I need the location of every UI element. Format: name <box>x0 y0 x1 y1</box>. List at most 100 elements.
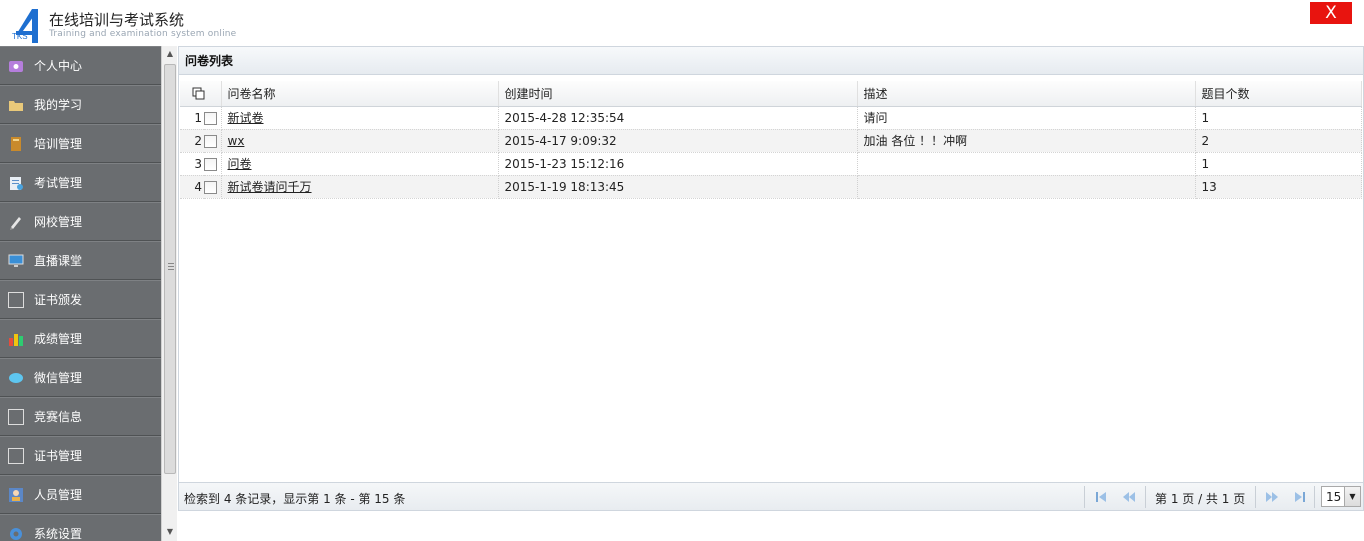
description-cell: 加油 各位 ！！冲啊 <box>857 129 1196 153</box>
question-count-cell: 1 <box>1195 152 1362 176</box>
sidebar-item-label: 考试管理 <box>34 176 83 190</box>
survey-name-link[interactable]: 新试卷请问千万 <box>228 180 312 194</box>
pager-divider <box>1084 486 1085 508</box>
sidebar-scrollbar[interactable]: ▲ ▼ <box>161 46 177 541</box>
scroll-down-icon[interactable]: ▼ <box>162 524 178 540</box>
sidebar-item-online-school[interactable]: 网校管理 <box>0 202 161 241</box>
row-checkbox[interactable] <box>204 134 217 148</box>
survey-name-cell: 新试卷 <box>221 106 499 130</box>
sidebar-item-label: 证书颁发 <box>34 293 83 307</box>
bar-chart-icon <box>8 331 24 347</box>
scroll-thumb[interactable] <box>164 64 176 474</box>
question-count-cell: 2 <box>1195 129 1362 153</box>
sidebar-item-cert-manage[interactable]: 证书管理 <box>0 436 161 475</box>
sidebar-item-label: 个人中心 <box>34 59 83 73</box>
created-time-cell: 2015-4-28 12:35:54 <box>498 106 858 130</box>
description-cell <box>857 152 1196 176</box>
close-button[interactable]: X <box>1310 2 1352 24</box>
select-all-header[interactable] <box>192 81 222 107</box>
survey-name-cell: 新试卷请问千万 <box>221 175 499 199</box>
sidebar-item-live-class[interactable]: 直播课堂 <box>0 241 161 280</box>
sidebar-item-label: 证书管理 <box>34 449 83 463</box>
sidebar-item-label: 直播课堂 <box>34 254 83 268</box>
created-time-cell: 2015-4-17 9:09:32 <box>498 129 858 153</box>
app-subtitle: Training and examination system online <box>49 29 237 39</box>
sidebar-item-people[interactable]: 人员管理 <box>0 475 161 514</box>
first-page-icon[interactable] <box>1093 489 1109 505</box>
sidebar-item-label: 成绩管理 <box>34 332 83 346</box>
record-summary: 检索到 4 条记录，显示第 1 条 - 第 15 条 <box>184 492 406 506</box>
gear-icon <box>8 526 24 541</box>
row-checkbox-cell[interactable] <box>204 106 222 130</box>
logo-text: TKS <box>12 32 28 41</box>
row-number: 1 <box>180 106 204 130</box>
row-checkbox[interactable] <box>204 111 217 125</box>
sidebar: 个人中心 我的学习 培训管理 考试管理 网校管理 直播课堂 证书颁发 成绩管理 … <box>0 46 161 541</box>
question-count-cell: 13 <box>1195 175 1362 199</box>
sidebar-item-competition[interactable]: 竞赛信息 <box>0 397 161 436</box>
blank-icon <box>8 447 24 464</box>
app-header: TKS 在线培训与考试系统 Training and examination s… <box>0 0 1364 46</box>
question-count-cell: 1 <box>1195 106 1362 130</box>
row-checkbox-cell[interactable] <box>204 175 222 199</box>
sidebar-item-label: 竞赛信息 <box>34 410 83 424</box>
page-info: 第 1 页 / 共 1 页 <box>1155 492 1246 506</box>
scroll-up-icon[interactable]: ▲ <box>162 46 178 62</box>
last-page-icon[interactable] <box>1292 489 1308 505</box>
sidebar-item-label: 我的学习 <box>34 98 83 112</box>
page-size-value: 15 <box>1326 490 1342 504</box>
next-page-icon[interactable] <box>1264 489 1280 505</box>
survey-name-link[interactable]: 问卷 <box>228 157 252 171</box>
prev-page-icon[interactable] <box>1121 489 1137 505</box>
page-size-select[interactable]: 15 ▼ <box>1321 486 1361 507</box>
col-header-count[interactable]: 题目个数 <box>1195 81 1362 107</box>
sidebar-item-scores[interactable]: 成绩管理 <box>0 319 161 358</box>
monitor-icon <box>8 253 24 269</box>
survey-list-panel: 问卷列表 问卷名称 创建时间 描述 题目个数 1 新试卷 2015-4-28 1… <box>178 46 1364 511</box>
col-header-desc[interactable]: 描述 <box>857 81 1196 107</box>
pager-bar: 检索到 4 条记录，显示第 1 条 - 第 15 条 第 1 页 / 共 1 页… <box>179 482 1363 510</box>
row-number: 4 <box>180 175 204 199</box>
sidebar-item-label: 系统设置 <box>34 527 83 541</box>
row-number: 3 <box>180 152 204 176</box>
sidebar-item-my-learning[interactable]: 我的学习 <box>0 85 161 124</box>
chat-bubble-icon <box>8 370 24 386</box>
survey-table: 问卷名称 创建时间 描述 题目个数 1 新试卷 2015-4-28 12:35:… <box>180 81 1362 199</box>
sidebar-item-exam[interactable]: 考试管理 <box>0 163 161 202</box>
col-header-created[interactable]: 创建时间 <box>498 81 858 107</box>
pager-divider <box>1314 486 1315 508</box>
col-header-name[interactable]: 问卷名称 <box>221 81 499 107</box>
table-row[interactable]: 3 问卷 2015-1-23 15:12:16 1 <box>180 152 1362 176</box>
sidebar-item-personal-center[interactable]: 个人中心 <box>0 46 161 85</box>
sidebar-item-training[interactable]: 培训管理 <box>0 124 161 163</box>
select-all-icon[interactable] <box>192 87 206 101</box>
survey-name-cell: wx <box>221 129 499 153</box>
table-header-row: 问卷名称 创建时间 描述 题目个数 <box>180 81 1362 107</box>
table-row[interactable]: 1 新试卷 2015-4-28 12:35:54 请问 1 <box>180 106 1362 130</box>
row-checkbox[interactable] <box>204 180 217 194</box>
sidebar-item-cert-issue[interactable]: 证书颁发 <box>0 280 161 319</box>
user-card-icon <box>8 487 24 503</box>
pen-icon <box>8 214 24 230</box>
row-checkbox-cell[interactable] <box>204 152 222 176</box>
survey-name-link[interactable]: 新试卷 <box>228 111 264 125</box>
sidebar-item-label: 培训管理 <box>34 137 83 151</box>
tks-logo: TKS <box>12 9 44 43</box>
sidebar-item-settings[interactable]: 系统设置 <box>0 514 161 541</box>
row-checkbox[interactable] <box>204 157 217 171</box>
row-checkbox-cell[interactable] <box>204 129 222 153</box>
person-center-icon <box>8 58 24 74</box>
table-row[interactable]: 2 wx 2015-4-17 9:09:32 加油 各位 ！！冲啊 2 <box>180 129 1362 153</box>
app-title: 在线培训与考试系统 <box>49 11 185 29</box>
blank-icon <box>8 408 24 425</box>
pager-divider <box>1255 486 1256 508</box>
description-cell <box>857 175 1196 199</box>
description-cell: 请问 <box>857 106 1196 130</box>
chevron-down-icon[interactable]: ▼ <box>1344 487 1360 506</box>
sidebar-item-wechat[interactable]: 微信管理 <box>0 358 161 397</box>
created-time-cell: 2015-1-19 18:13:45 <box>498 175 858 199</box>
panel-title: 问卷列表 <box>179 47 1363 75</box>
sidebar-item-label: 微信管理 <box>34 371 83 385</box>
survey-name-link[interactable]: wx <box>228 134 245 148</box>
table-row[interactable]: 4 新试卷请问千万 2015-1-19 18:13:45 13 <box>180 175 1362 199</box>
